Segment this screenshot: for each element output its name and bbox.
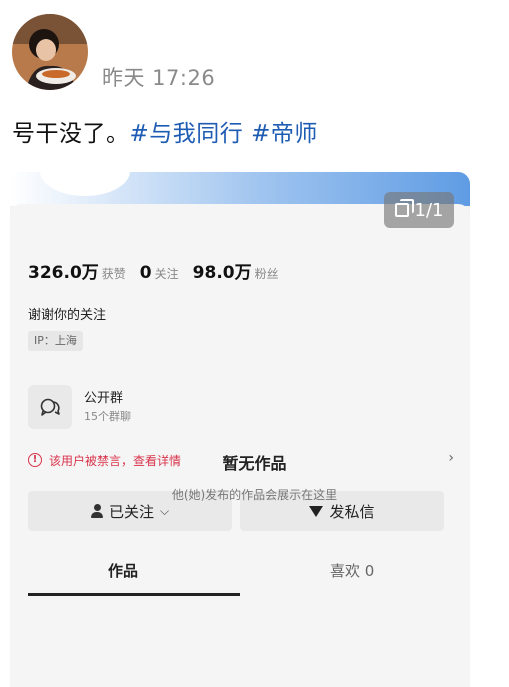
chat-group-icon [28,385,72,429]
profile-bio: 谢谢你的关注 [28,308,107,323]
tab-works[interactable]: 作品 [108,560,138,581]
chevron-down-icon: ⌵ [159,503,170,518]
post-timestamp: 昨天 17:26 [102,66,216,90]
hashtag-link[interactable]: #帝师 [251,121,318,147]
empty-works-state: 暂无作品 他(她)发布的作品会展示在这里 [0,450,509,503]
group-count: 15个群聊 [84,410,131,423]
profile-tabs: 作品 喜欢 0 [10,552,470,596]
avatar[interactable] [12,14,88,90]
image-page-indicator: 1/1 [384,192,454,228]
group-title: 公开群 [84,391,124,406]
images-icon [394,199,414,217]
hashtag-link[interactable]: #与我同行 [130,121,244,147]
following-button-label: 已关注 [108,502,154,521]
empty-title: 暂无作品 [222,454,287,473]
profile-panel: 326.0万 获赞 0 关注 98.0万 粉丝 谢谢你的关注 IP：上海 公开群… [10,204,470,687]
likes-count: 326.0万 [28,263,99,283]
public-group-entry[interactable]: 公开群 15个群聊 [28,385,328,429]
send-message-label: 发私信 [329,502,375,521]
profile-stats: 326.0万 获赞 0 关注 98.0万 粉丝 [28,258,293,283]
post-body: 号干没了。 [12,121,130,147]
following-count[interactable]: 0 [140,263,152,283]
send-icon [309,505,324,517]
followers-count[interactable]: 98.0万 [193,258,252,283]
tab-likes[interactable]: 喜欢 0 [330,560,374,581]
ip-location-badge: IP：上海 [28,331,83,351]
post-header: 昨天 17:26 [12,14,492,98]
active-tab-indicator [28,593,240,596]
following-label[interactable]: 关注 [155,265,179,282]
likes-label: 获赞 [101,267,126,281]
page-indicator-text: 1/1 [414,199,444,221]
person-check-icon [90,504,103,518]
empty-subtitle: 他(她)发布的作品会展示在这里 [171,488,338,502]
profile-screenshot-card[interactable]: 326.0万 获赞 0 关注 98.0万 粉丝 谢谢你的关注 IP：上海 公开群… [10,172,470,687]
post-text: 号干没了。#与我同行 #帝师 [12,114,318,148]
followers-label[interactable]: 粉丝 [255,265,279,282]
